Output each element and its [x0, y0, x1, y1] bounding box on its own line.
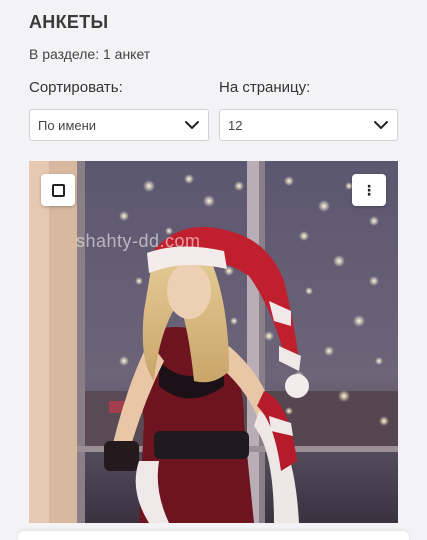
sort-select[interactable]: По имени: [29, 109, 209, 141]
card-menu-button[interactable]: ⋮: [352, 174, 386, 206]
sort-label: Сортировать:: [29, 79, 123, 96]
per-page-label: На страницу:: [219, 79, 311, 96]
more-vertical-icon: ⋮: [362, 182, 376, 198]
profile-card[interactable]: shahty-dd.com ⋮: [29, 161, 398, 523]
page-title: АНКЕТЫ: [29, 12, 109, 32]
page: АНКЕТЫ В разделе: 1 анкет Сортировать: Н…: [0, 0, 427, 540]
checkbox-icon: [51, 183, 65, 197]
per-page-select[interactable]: 12: [219, 109, 398, 141]
results-count: В разделе: 1 анкет: [29, 46, 151, 62]
chevron-down-icon: [373, 117, 389, 133]
watermark-text: shahty-dd.com: [76, 231, 201, 251]
chevron-down-icon: [184, 117, 200, 133]
sort-select-value: По имени: [38, 117, 97, 133]
per-page-select-value: 12: [228, 117, 243, 133]
select-checkbox[interactable]: [41, 174, 75, 206]
profile-photo[interactable]: [29, 161, 398, 523]
next-card: [18, 531, 409, 540]
